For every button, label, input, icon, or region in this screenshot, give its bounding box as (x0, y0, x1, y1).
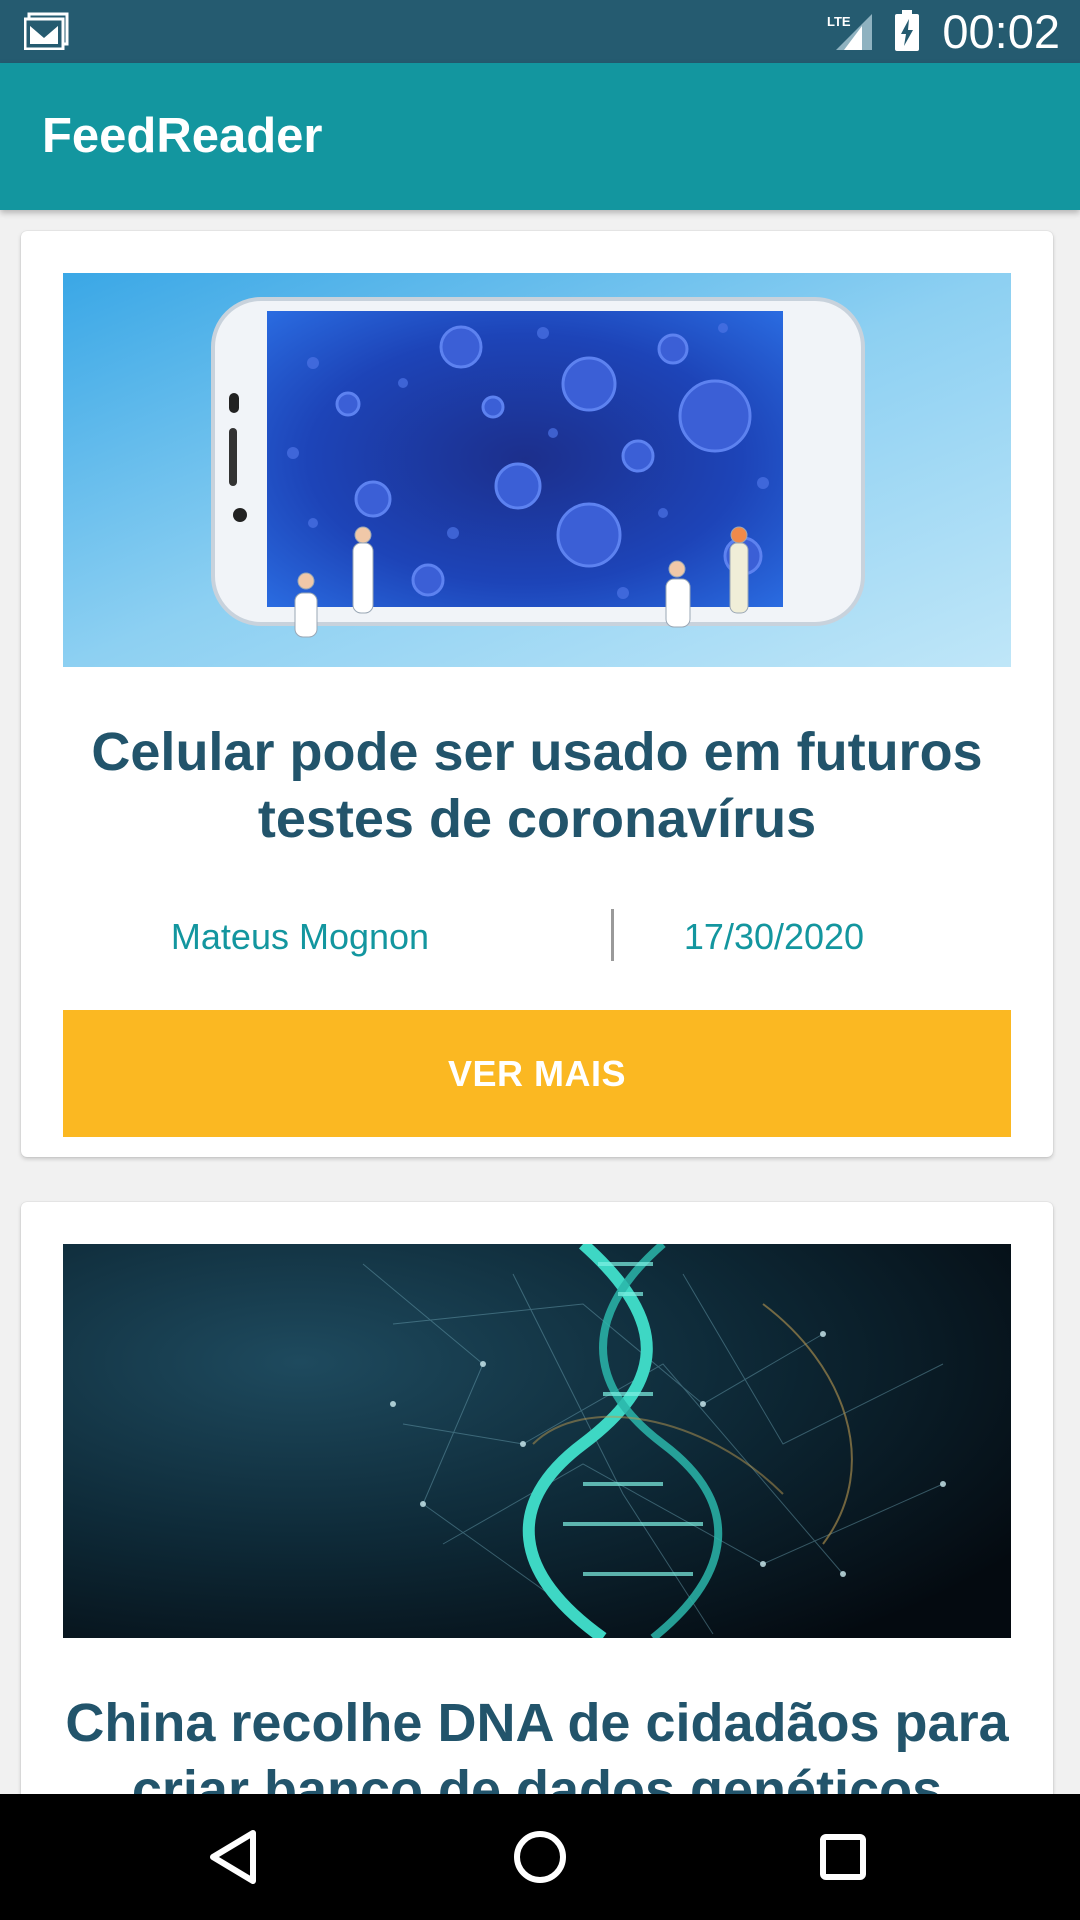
back-icon[interactable] (199, 1821, 271, 1893)
lte-label: LTE (827, 14, 851, 29)
mail-icon (24, 12, 69, 50)
recents-icon[interactable] (807, 1821, 879, 1893)
article-title[interactable]: China recolhe DNA de cidadãos para criar… (51, 1690, 1023, 1794)
article-meta: Mateus Mognon 17/30/2020 (63, 909, 1011, 963)
feed-card[interactable]: Celular pode ser usado em futuros testes… (21, 231, 1053, 1157)
battery-charging-icon (895, 10, 919, 51)
dna-helix-image[interactable] (63, 1244, 1011, 1638)
see-more-button[interactable]: VER MAIS (63, 1010, 1011, 1137)
home-icon[interactable] (504, 1821, 576, 1893)
article-author: Mateus Mognon (170, 916, 430, 957)
feed-card[interactable]: China recolhe DNA de cidadãos para criar… (21, 1202, 1053, 1794)
app-title: FeedReader (42, 109, 323, 163)
app-bar: FeedReader (0, 63, 1080, 210)
article-title[interactable]: Celular pode ser usado em futuros testes… (51, 719, 1023, 853)
navigation-bar (0, 1794, 1080, 1920)
status-clock: 00:02 (942, 5, 1060, 58)
lte-signal-icon: LTE (827, 14, 872, 50)
feed-list[interactable]: Celular pode ser usado em futuros testes… (0, 210, 1080, 1794)
article-date: 17/30/2020 (683, 916, 865, 957)
phone-with-virus-image[interactable] (63, 273, 1011, 667)
status-bar: LTE 00:02 (0, 0, 1080, 63)
